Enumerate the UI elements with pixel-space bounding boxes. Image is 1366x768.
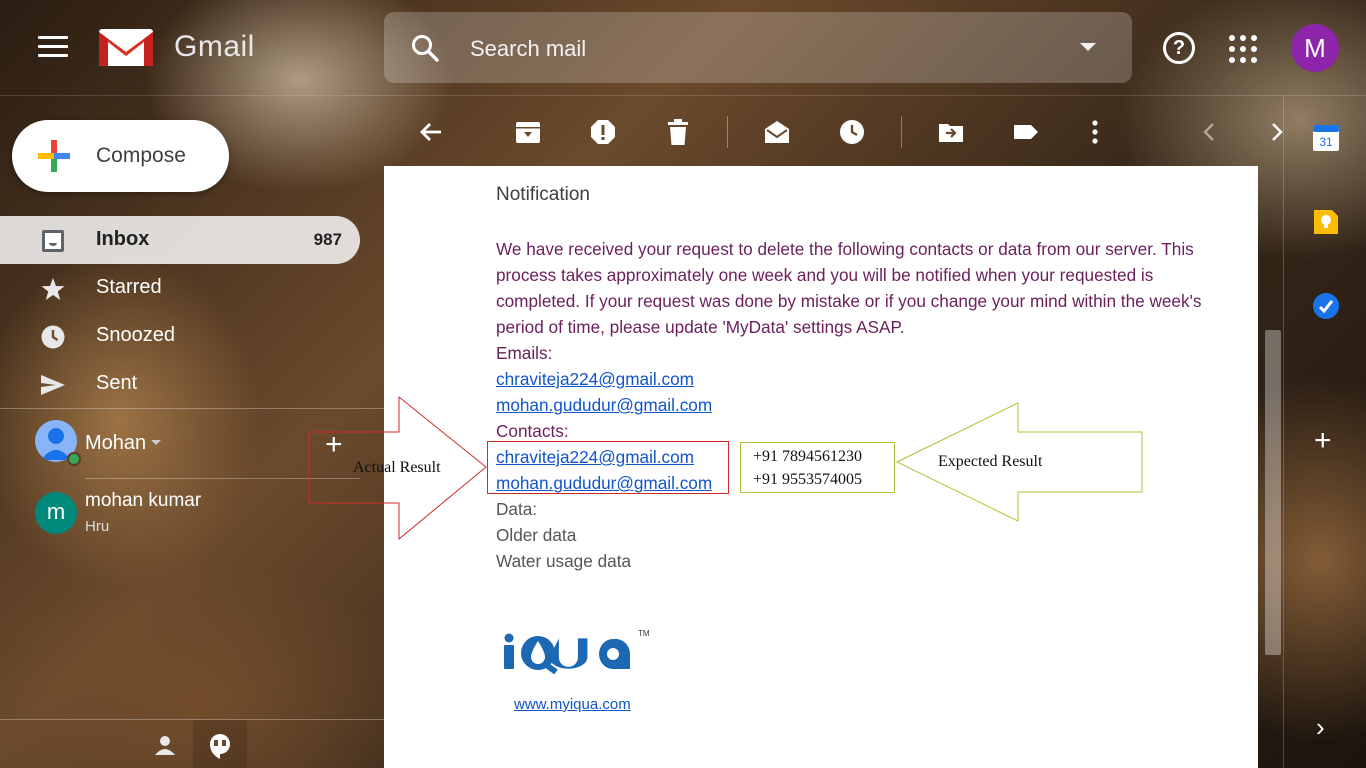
mark-unread-icon[interactable] [763,118,791,146]
back-arrow-icon[interactable] [417,118,445,146]
sidebar-divider [0,408,384,409]
account-avatar[interactable]: M [1291,24,1339,72]
main-menu-icon[interactable] [38,36,68,60]
more-icon[interactable] [1081,118,1109,146]
inbox-icon [42,230,64,252]
email-link[interactable]: chraviteja224@gmail.com [496,366,1236,392]
unread-count: 987 [313,230,342,249]
actual-result-highlight-box [487,441,729,494]
user-status-chevron-down-icon[interactable] [151,440,161,445]
gmail-wordmark: Gmail [174,30,255,63]
hangouts-icon [210,734,230,759]
report-spam-icon[interactable] [589,118,617,146]
scrollbar[interactable] [1265,330,1281,655]
expected-result-label: Expected Result [938,453,1043,470]
email-paragraph: We have received your request to delete … [496,239,1202,337]
search-options-chevron-down-icon[interactable] [1080,43,1096,51]
data-heading: Data: [496,499,538,519]
calendar-day: 31 [1319,135,1333,149]
calendar-icon[interactable]: 31 [1312,124,1340,152]
hangouts-divider [85,478,360,479]
get-addons-plus-icon[interactable]: + [1314,424,1332,458]
sidebar-item-snoozed[interactable]: Snoozed [0,312,360,360]
website-link[interactable]: www.myiqua.com [514,696,631,713]
sidebar-item-label: Inbox [96,228,150,250]
google-apps-icon[interactable] [1229,35,1257,63]
sidebar-item-label: Sent [96,372,138,394]
trademark-mark: TM [638,629,650,638]
hangouts-user-name[interactable]: Mohan [85,432,146,455]
data-item: Water usage data [496,551,632,571]
archive-icon[interactable] [514,118,542,146]
emails-heading: Emails: [496,343,553,363]
actual-result-label: Actual Result [353,459,441,476]
clock-icon [41,325,65,349]
keep-icon[interactable] [1312,208,1340,236]
contact-name[interactable]: mohan kumar [85,490,201,512]
expected-phone: +91 7894561230 [753,448,863,465]
delete-icon[interactable] [664,118,692,146]
person-icon[interactable] [153,733,177,757]
compose-label: Compose [96,144,186,167]
email-title: Notification [496,184,590,205]
iqua-brand-logo: TM [504,629,650,675]
expected-phone: +91 9553574005 [753,471,863,488]
sidebar-item-inbox[interactable]: Inbox 987 [0,216,360,264]
compose-button[interactable]: Compose [12,120,229,192]
sidebar-item-sent[interactable]: Sent [0,360,360,408]
hangouts-tab[interactable] [193,720,247,768]
sidebar-item-label: Snoozed [96,324,175,346]
compose-plus-icon [38,140,70,172]
sidebar-bottom-divider [0,719,384,720]
top-bar: Gmail Search mail ? M [0,0,1366,96]
search-input[interactable]: Search mail [470,36,586,62]
email-link[interactable]: mohan.gududur@gmail.com [496,392,1236,418]
new-conversation-plus-icon[interactable]: + [325,428,343,462]
online-status-dot [67,452,81,466]
search-icon[interactable] [410,33,440,63]
contact-last-message: Hru [85,518,110,535]
expected-result-box: +91 7894561230 +91 9553574005 [740,442,895,493]
email-content: Notification We have received your reque… [496,180,1236,574]
side-panel-divider [1283,96,1284,768]
gmail-logo-icon[interactable] [98,26,154,68]
newer-icon[interactable] [1195,118,1223,146]
move-to-icon[interactable] [937,118,965,146]
data-item: Older data [496,525,577,545]
sidebar-item-label: Starred [96,276,162,298]
toolbar-separator [727,116,728,148]
show-side-panel-chevron-icon[interactable]: › [1316,712,1325,743]
toolbar-separator [901,116,902,148]
tasks-icon[interactable] [1312,292,1340,320]
contact-avatar[interactable]: m [35,492,77,534]
older-icon[interactable] [1263,118,1291,146]
send-icon [41,375,65,395]
sidebar-item-starred[interactable]: Starred [0,264,360,312]
search-bar[interactable]: Search mail [384,12,1132,83]
label-icon[interactable] [1012,118,1040,146]
help-icon[interactable]: ? [1163,32,1195,64]
star-icon [41,278,65,300]
snooze-icon[interactable] [838,118,866,146]
